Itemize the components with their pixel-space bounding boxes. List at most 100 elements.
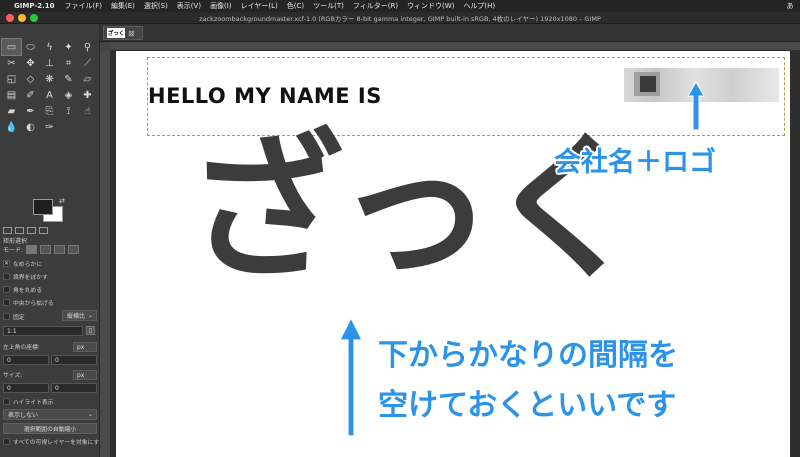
color-picker-tool-icon[interactable]: ⟟ <box>59 103 78 119</box>
tool-options-tab-icon[interactable] <box>3 226 12 234</box>
menu-file[interactable]: ファイル(F) <box>65 1 103 11</box>
horizontal-ruler[interactable] <box>111 42 800 51</box>
mode-replace-button[interactable] <box>26 245 38 254</box>
eraser-tool-icon[interactable]: ▰ <box>2 103 21 119</box>
size-unit-dropdown[interactable]: px <box>73 370 97 380</box>
auto-shrink-button[interactable]: 選択範囲の自動縮小 <box>3 423 97 434</box>
selection-mode-row: モード: <box>3 245 80 254</box>
menu-edit[interactable]: 編集(E) <box>111 1 135 11</box>
cage-tool-icon[interactable]: ◇ <box>21 71 40 87</box>
close-tab-icon[interactable]: ⊠ <box>128 29 135 38</box>
window-titlebar: zackzoombackgroundmaster.xcf-1.0 (RGBカラー… <box>0 12 800 24</box>
free-select-tool-icon[interactable]: ϟ <box>40 39 59 55</box>
size-height-field[interactable]: 0 <box>51 383 97 393</box>
position-x-field[interactable]: 0 <box>3 355 49 365</box>
paths-tool-icon[interactable]: ✎ <box>59 71 78 87</box>
foreground-color-swatch[interactable] <box>33 199 53 215</box>
mode-subtract-button[interactable] <box>54 245 66 254</box>
fill-tool-icon[interactable]: ◈ <box>59 87 78 103</box>
color-swatches: ⇄ <box>33 197 67 223</box>
align-tool-icon[interactable]: ⊥ <box>40 55 59 71</box>
spacing-annotation-line2: 空けておくといいです <box>378 388 677 423</box>
rounded-corners-option[interactable]: 角を丸める <box>3 285 42 294</box>
mode-label: モード: <box>3 247 24 254</box>
ellipse-select-tool-icon[interactable]: ⬭ <box>21 39 40 55</box>
image-tab[interactable]: ざっく ⊠ <box>103 26 143 40</box>
menu-image[interactable]: 画像(I) <box>210 1 232 11</box>
fixed-option[interactable]: 固定 <box>3 312 25 321</box>
position-y-field[interactable]: 0 <box>51 355 97 365</box>
unified-transform-tool-icon[interactable]: ◱ <box>2 71 21 87</box>
fuzzy-select-tool-icon[interactable]: ✦ <box>59 39 78 55</box>
size-label: サイズ: <box>3 373 23 379</box>
rect-select-tool-icon[interactable]: ▭ <box>1 38 22 56</box>
company-annotation: 会社名＋ロゴ <box>554 147 716 178</box>
menu-colors[interactable]: 色(C) <box>287 1 304 11</box>
move-tool-icon[interactable]: ✥ <box>21 55 40 71</box>
crop-tool-icon[interactable]: ⌗ <box>59 55 78 71</box>
size-width-field[interactable]: 0 <box>3 383 49 393</box>
hello-text: HELLO MY NAME IS <box>148 84 382 108</box>
chevron-down-icon: ⌄ <box>87 411 93 418</box>
tool-grid: ▭ ⬭ ϟ ✦ ⚲ ✂ ✥ ⊥ ⌗ ⟋ ◱ ◇ ❋ ✎ ▱ ▤ ✐ A ◈ ✚ … <box>1 38 98 135</box>
airbrush-tool-icon[interactable]: ✒ <box>21 103 40 119</box>
chevron-down-icon: ⌄ <box>87 312 93 319</box>
position-label: 左上角の座標: <box>3 345 40 351</box>
up-arrow-small <box>687 80 705 131</box>
image-tab-bar: ざっく ⊠ <box>100 24 800 42</box>
checkbox <box>3 398 10 405</box>
device-status-tab-icon[interactable] <box>15 226 24 234</box>
clone-tool-icon[interactable]: ⎘ <box>40 103 59 119</box>
dodge-tool-icon[interactable]: ◐ <box>21 119 40 135</box>
text-tool-icon[interactable]: A <box>40 87 59 103</box>
portrait-icon[interactable]: ▯ <box>86 326 95 335</box>
all-visible-layers-option[interactable]: すべての可視レイヤーを対象にする <box>3 437 105 446</box>
gradient-tool-icon[interactable]: ▤ <box>2 87 21 103</box>
dock-tab-row <box>0 225 100 235</box>
checkmark-icon: ✕ <box>3 260 10 267</box>
checkbox <box>3 286 10 293</box>
toolbox-panel: ▭ ⬭ ϟ ✦ ⚲ ✂ ✥ ⊥ ⌗ ⟋ ◱ ◇ ❋ ✎ ▱ ▤ ✐ A ◈ ✚ … <box>0 24 105 457</box>
checkbox <box>3 299 10 306</box>
menu-view[interactable]: 表示(V) <box>177 1 201 11</box>
menu-tools[interactable]: ツール(T) <box>313 1 344 11</box>
menu-help[interactable]: ヘルプ(H) <box>463 1 495 11</box>
ruler-corner[interactable] <box>100 42 111 51</box>
fixed-mode-dropdown[interactable]: 縦横比 ⌄ <box>62 310 97 321</box>
image-thumbnail: ざっく <box>107 28 125 38</box>
warp-tool-icon[interactable]: ❋ <box>40 71 59 87</box>
app-menu[interactable]: GIMP-2.10 <box>14 2 55 10</box>
undo-history-tab-icon[interactable] <box>27 226 36 234</box>
position-unit-dropdown[interactable]: px <box>73 342 97 352</box>
measure-tool-icon[interactable]: ⟋ <box>78 55 97 71</box>
highlight-option[interactable]: ハイライト表示 <box>3 397 53 406</box>
mode-add-button[interactable] <box>40 245 52 254</box>
vertical-ruler[interactable] <box>100 51 111 457</box>
aspect-ratio-field[interactable]: 1:1 <box>3 326 83 336</box>
smudge-tool-icon[interactable]: ☝ <box>78 103 97 119</box>
up-arrow-large <box>339 316 363 437</box>
scissors-tool-icon[interactable]: ✂ <box>2 55 21 71</box>
menu-windows[interactable]: ウィンドウ(W) <box>407 1 454 11</box>
spacing-annotation-line1: 下からかなりの間隔を <box>378 338 678 373</box>
macos-menubar: GIMP-2.10 ファイル(F) 編集(E) 選択(S) 表示(V) 画像(I… <box>0 0 800 12</box>
expand-from-center-option[interactable]: 中央から拡げる <box>3 298 54 307</box>
ink-tool-icon[interactable]: ✑ <box>40 119 59 135</box>
zoom-tool-icon[interactable]: ⚲ <box>78 39 97 55</box>
images-tab-icon[interactable] <box>39 226 48 234</box>
input-method-indicator[interactable]: あ <box>784 0 796 12</box>
tool-options-title: 矩形選択 <box>3 238 28 245</box>
antialias-option[interactable]: ✕ なめらかに <box>3 259 42 268</box>
blur-tool-icon[interactable]: 💧 <box>2 119 21 135</box>
swap-colors-icon[interactable]: ⇄ <box>59 197 65 205</box>
perspective-tool-icon[interactable]: ▱ <box>78 71 97 87</box>
feather-option[interactable]: 境界をぼかす <box>3 272 48 281</box>
mode-intersect-button[interactable] <box>68 245 80 254</box>
paintbrush-tool-icon[interactable]: ✐ <box>21 87 40 103</box>
menu-layer[interactable]: レイヤー(L) <box>241 1 278 11</box>
guides-dropdown[interactable]: 表示しない ⌄ <box>3 409 97 420</box>
menu-select[interactable]: 選択(S) <box>144 1 168 11</box>
checkbox <box>3 313 10 320</box>
heal-tool-icon[interactable]: ✚ <box>78 87 97 103</box>
menu-filters[interactable]: フィルター(R) <box>353 1 398 11</box>
